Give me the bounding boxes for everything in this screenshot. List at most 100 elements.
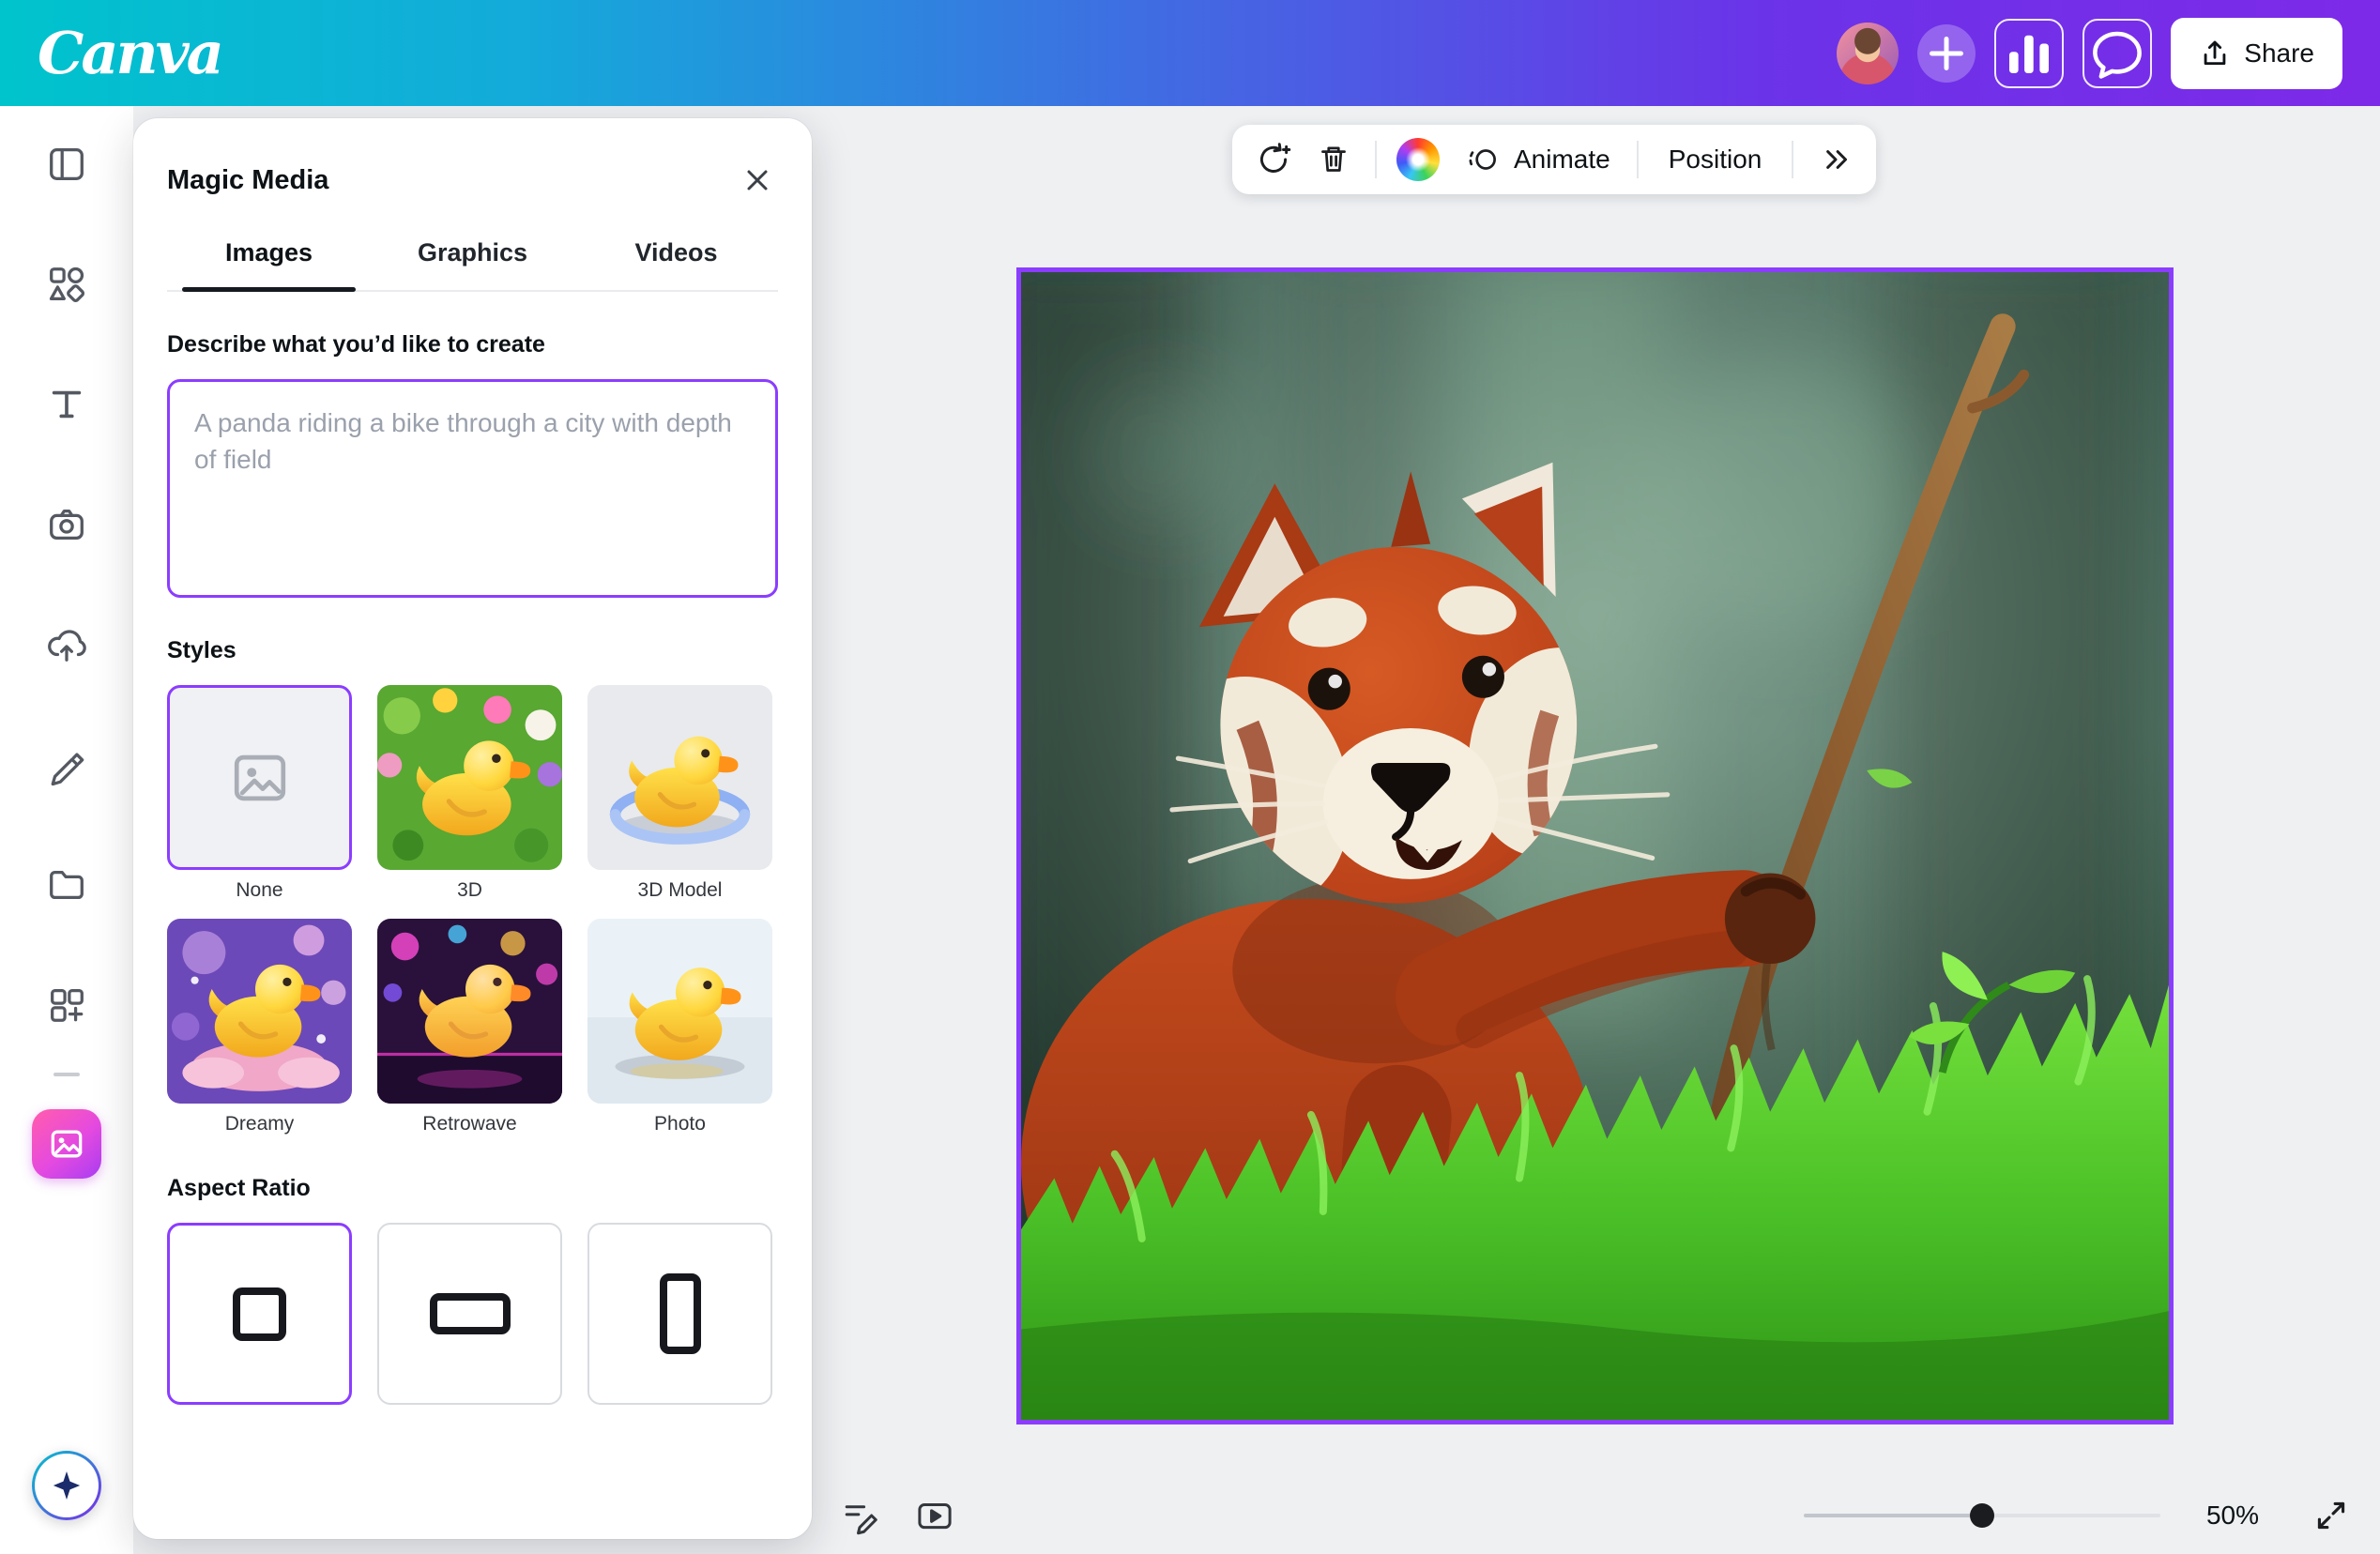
style-option-3d[interactable]: 3D (377, 685, 562, 902)
sidebar-item-elements[interactable] (32, 251, 101, 318)
chevrons-right-icon (1815, 140, 1854, 179)
toolbar-separator (1637, 141, 1639, 178)
sidebar-item-design[interactable] (32, 130, 101, 198)
close-panel-button[interactable] (737, 160, 778, 201)
user-avatar[interactable] (1837, 23, 1899, 84)
projects-folder-icon (45, 863, 88, 906)
aspect-ratio-label: Aspect Ratio (167, 1175, 778, 1202)
tab-images[interactable]: Images (167, 223, 371, 290)
close-icon (740, 163, 774, 197)
style-option-3d-model[interactable]: 3D Model (587, 685, 772, 902)
bar-chart-icon (1996, 21, 2062, 86)
aspect-option-square[interactable] (167, 1223, 352, 1405)
style-thumb-none (167, 685, 352, 870)
brand-icon (45, 503, 88, 546)
insights-button[interactable] (1994, 19, 2064, 88)
color-wheel-icon (1396, 138, 1440, 181)
present-preview-button[interactable] (907, 1487, 963, 1544)
selected-generated-image[interactable] (1016, 267, 2174, 1424)
notes-icon (838, 1494, 881, 1537)
zoom-slider[interactable] (1804, 1503, 2160, 1528)
add-icon (1917, 24, 1976, 83)
panel-tabs: Images Graphics Videos (167, 223, 778, 292)
canva-logo[interactable]: Canva (38, 24, 221, 83)
style-label: 3D Model (638, 879, 723, 902)
position-button[interactable]: Position (1652, 131, 1779, 188)
style-thumb-3d-model (587, 685, 772, 870)
tab-graphics[interactable]: Graphics (371, 223, 574, 290)
comments-button[interactable] (2082, 19, 2152, 88)
aspect-ratio-grid (167, 1223, 778, 1405)
style-label: 3D (457, 879, 482, 902)
trash-icon (1314, 140, 1353, 179)
document-footer-controls (831, 1487, 963, 1544)
style-thumb-photo (587, 919, 772, 1104)
style-label: Retrowave (422, 1113, 516, 1135)
style-option-dreamy[interactable]: Dreamy (167, 919, 352, 1135)
sidebar-item-draw[interactable] (32, 731, 101, 799)
style-option-retrowave[interactable]: Retrowave (377, 919, 562, 1135)
style-label: Dreamy (225, 1113, 295, 1135)
animate-button[interactable]: Animate (1450, 131, 1624, 188)
elements-icon (45, 263, 88, 306)
animate-label: Animate (1514, 145, 1610, 175)
canva-assistant-button[interactable] (32, 1451, 101, 1520)
style-option-photo[interactable]: Photo (587, 919, 772, 1135)
design-icon (45, 143, 88, 186)
fullscreen-expand-icon (2311, 1495, 2352, 1536)
sidebar-item-projects[interactable] (32, 851, 101, 919)
generate-again-icon (1254, 140, 1293, 179)
magic-media-panel: Magic Media Images Graphics Videos Descr… (133, 118, 812, 1539)
sidebar-item-magic-media[interactable] (32, 1110, 101, 1178)
styles-label: Styles (167, 637, 778, 664)
sidebar-divider (53, 1073, 80, 1076)
share-upload-icon (2199, 38, 2231, 69)
tab-videos[interactable]: Videos (574, 223, 778, 290)
style-label: None (236, 879, 282, 902)
aspect-option-landscape[interactable] (377, 1223, 562, 1405)
landscape-ratio-icon (430, 1293, 511, 1334)
delete-button[interactable] (1305, 131, 1362, 188)
notes-button[interactable] (831, 1487, 888, 1544)
share-button[interactable]: Share (2171, 18, 2342, 89)
present-icon (913, 1494, 956, 1537)
share-label: Share (2244, 38, 2314, 69)
canva-editor: Canva Share (0, 0, 2380, 1554)
sidebar-item-text[interactable] (32, 371, 101, 438)
animate-orbit-icon (1463, 140, 1503, 179)
sparkle-icon (48, 1467, 85, 1504)
context-toolbar: Animate Position (1232, 125, 1876, 194)
portrait-ratio-icon (660, 1273, 701, 1354)
fullscreen-button[interactable] (2305, 1489, 2357, 1542)
color-picker-button[interactable] (1390, 131, 1446, 188)
image-placeholder-icon (227, 745, 293, 811)
style-thumb-3d (377, 685, 562, 870)
prompt-input[interactable] (167, 379, 778, 598)
zoom-knob[interactable] (1970, 1503, 1994, 1528)
draw-pen-icon (45, 743, 88, 786)
comment-icon (2084, 21, 2150, 86)
zoom-fill (1804, 1514, 1982, 1517)
sidebar-item-apps[interactable] (32, 971, 101, 1039)
sidebar (0, 106, 133, 1554)
style-thumb-dreamy (167, 919, 352, 1104)
sidebar-item-brand[interactable] (32, 491, 101, 558)
magic-media-app-icon (32, 1109, 101, 1179)
invite-members-button[interactable] (1917, 24, 1976, 83)
toolbar-separator (1375, 141, 1377, 178)
generate-again-button[interactable] (1245, 131, 1302, 188)
panel-header: Magic Media (167, 118, 778, 201)
sidebar-item-uploads[interactable] (32, 611, 101, 678)
square-ratio-icon (233, 1287, 286, 1341)
zoom-controls: 50% (1804, 1487, 2357, 1544)
style-option-none[interactable]: None (167, 685, 352, 902)
uploads-cloud-icon (45, 623, 88, 666)
top-bar: Canva Share (0, 0, 2380, 106)
top-bar-actions: Share (1837, 18, 2342, 89)
apps-grid-icon (45, 983, 88, 1027)
more-tools-button[interactable] (1807, 131, 1863, 188)
text-icon (45, 383, 88, 426)
zoom-value[interactable]: 50% (2204, 1501, 2262, 1531)
panel-title: Magic Media (167, 165, 328, 196)
aspect-option-portrait[interactable] (587, 1223, 772, 1405)
